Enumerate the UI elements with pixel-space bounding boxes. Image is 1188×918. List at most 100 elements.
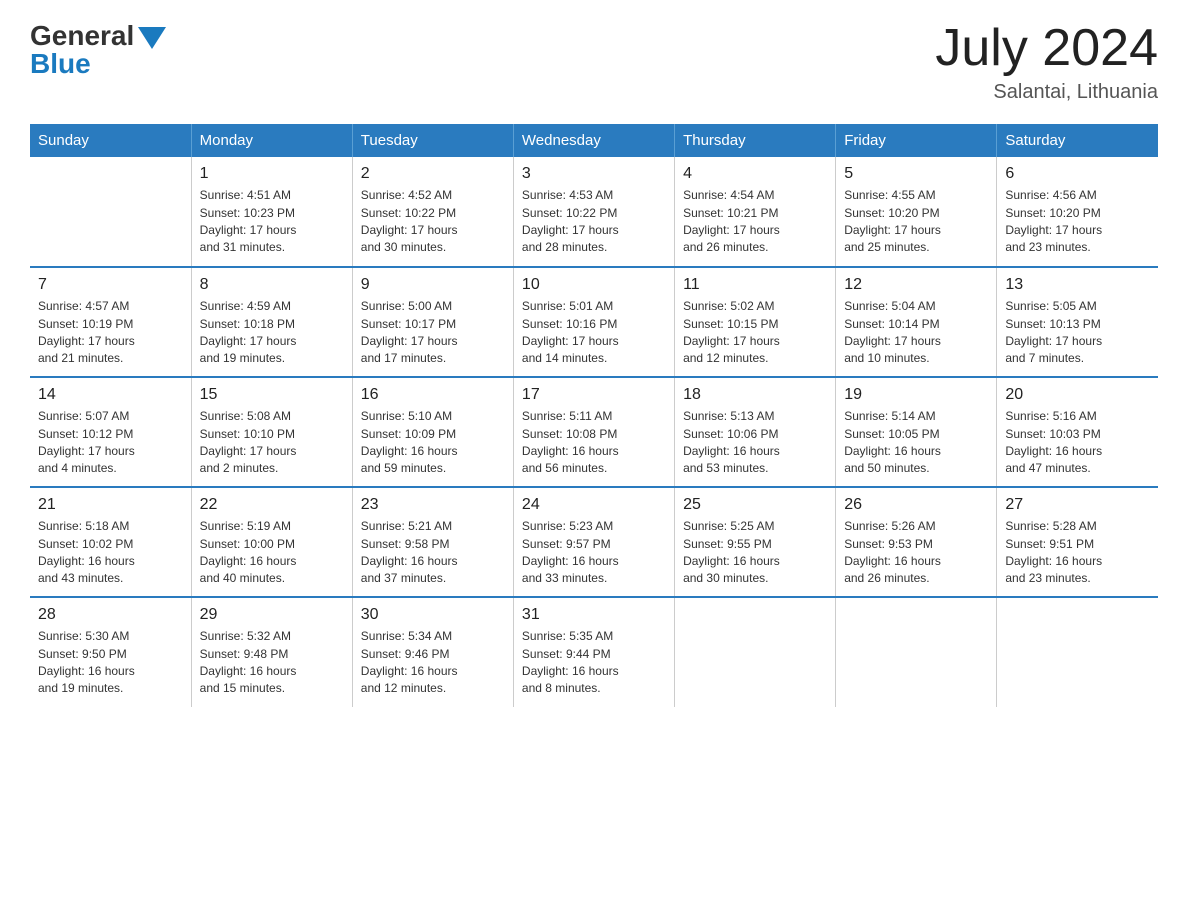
calendar-cell: 2 Sunrise: 4:52 AM Sunset: 10:22 PM Dayli…	[352, 157, 513, 267]
calendar-cell: 30 Sunrise: 5:34 AM Sunset: 9:46 PM Dayli…	[352, 597, 513, 707]
calendar-cell: 31Sunrise: 5:35 AM Sunset: 9:44 PM Dayli…	[513, 597, 674, 707]
day-number: 7	[38, 276, 183, 294]
calendar-cell: 14Sunrise: 5:07 AM Sunset: 10:12 PM Dayl…	[30, 377, 191, 487]
calendar-cell	[675, 597, 836, 707]
day-number: 23	[361, 496, 505, 514]
day-info: Sunrise: 5:34 AM Sunset: 9:46 PM Dayligh…	[361, 628, 505, 698]
calendar-cell: 1Sunrise: 4:51 AM Sunset: 10:23 PM Dayli…	[191, 157, 352, 267]
day-number: 9	[361, 276, 505, 294]
logo-triangle-icon	[138, 27, 166, 49]
calendar-cell: 29 Sunrise: 5:32 AM Sunset: 9:48 PM Dayli…	[191, 597, 352, 707]
page-header: General Blue July 2024 Salantai, Lithuan…	[30, 20, 1158, 104]
weekday-header-row: SundayMondayTuesdayWednesdayThursdayFrid…	[30, 124, 1158, 157]
day-number: 16	[361, 386, 505, 404]
day-info: Sunrise: 4:52 AM Sunset: 10:22 PM Daylig…	[361, 187, 505, 257]
day-info: Sunrise: 5:23 AM Sunset: 9:57 PM Dayligh…	[522, 518, 666, 588]
day-info: Sunrise: 5:26 AM Sunset: 9:53 PM Dayligh…	[844, 518, 988, 588]
day-info: Sunrise: 5:16 AM Sunset: 10:03 PM Daylig…	[1005, 408, 1150, 478]
day-number: 21	[38, 496, 183, 514]
day-number: 17	[522, 386, 666, 404]
calendar-cell: 4 Sunrise: 4:54 AM Sunset: 10:21 PM Dayli…	[675, 157, 836, 267]
calendar-cell: 22 Sunrise: 5:19 AM Sunset: 10:00 PM Dayl…	[191, 487, 352, 597]
day-info: Sunrise: 5:05 AM Sunset: 10:13 PM Daylig…	[1005, 298, 1150, 368]
calendar-cell	[30, 157, 191, 267]
calendar-cell: 23Sunrise: 5:21 AM Sunset: 9:58 PM Dayli…	[352, 487, 513, 597]
weekday-header-saturday: Saturday	[997, 124, 1158, 157]
calendar-cell	[836, 597, 997, 707]
day-info: Sunrise: 4:56 AM Sunset: 10:20 PM Daylig…	[1005, 187, 1150, 257]
calendar-cell: 11Sunrise: 5:02 AM Sunset: 10:15 PM Dayl…	[675, 267, 836, 377]
day-number: 1	[200, 165, 344, 183]
day-number: 8	[200, 276, 344, 294]
calendar-cell: 21 Sunrise: 5:18 AM Sunset: 10:02 PM Dayl…	[30, 487, 191, 597]
day-number: 13	[1005, 276, 1150, 294]
day-number: 26	[844, 496, 988, 514]
day-number: 22	[200, 496, 344, 514]
calendar-cell: 6Sunrise: 4:56 AM Sunset: 10:20 PM Dayli…	[997, 157, 1158, 267]
calendar-week-row: 1Sunrise: 4:51 AM Sunset: 10:23 PM Dayli…	[30, 157, 1158, 267]
day-info: Sunrise: 5:08 AM Sunset: 10:10 PM Daylig…	[200, 408, 344, 478]
calendar-week-row: 28 Sunrise: 5:30 AM Sunset: 9:50 PM Dayli…	[30, 597, 1158, 707]
day-info: Sunrise: 5:13 AM Sunset: 10:06 PM Daylig…	[683, 408, 827, 478]
logo: General Blue	[30, 20, 166, 80]
day-info: Sunrise: 5:11 AM Sunset: 10:08 PM Daylig…	[522, 408, 666, 478]
calendar-cell: 15 Sunrise: 5:08 AM Sunset: 10:10 PM Dayl…	[191, 377, 352, 487]
calendar-cell	[997, 597, 1158, 707]
weekday-header-thursday: Thursday	[675, 124, 836, 157]
day-info: Sunrise: 5:01 AM Sunset: 10:16 PM Daylig…	[522, 298, 666, 368]
location-label: Salantai, Lithuania	[935, 81, 1158, 104]
month-title: July 2024	[935, 20, 1158, 77]
day-number: 20	[1005, 386, 1150, 404]
calendar-cell: 5 Sunrise: 4:55 AM Sunset: 10:20 PM Dayli…	[836, 157, 997, 267]
weekday-header-wednesday: Wednesday	[513, 124, 674, 157]
calendar-cell: 10 Sunrise: 5:01 AM Sunset: 10:16 PM Dayl…	[513, 267, 674, 377]
day-info: Sunrise: 5:00 AM Sunset: 10:17 PM Daylig…	[361, 298, 505, 368]
day-info: Sunrise: 5:28 AM Sunset: 9:51 PM Dayligh…	[1005, 518, 1150, 588]
calendar-cell: 19 Sunrise: 5:14 AM Sunset: 10:05 PM Dayl…	[836, 377, 997, 487]
day-number: 10	[522, 276, 666, 294]
day-info: Sunrise: 4:57 AM Sunset: 10:19 PM Daylig…	[38, 298, 183, 368]
day-number: 31	[522, 606, 666, 624]
calendar-cell: 3Sunrise: 4:53 AM Sunset: 10:22 PM Dayli…	[513, 157, 674, 267]
weekday-header-tuesday: Tuesday	[352, 124, 513, 157]
calendar-cell: 24Sunrise: 5:23 AM Sunset: 9:57 PM Dayli…	[513, 487, 674, 597]
day-info: Sunrise: 5:18 AM Sunset: 10:02 PM Daylig…	[38, 518, 183, 588]
day-info: Sunrise: 5:32 AM Sunset: 9:48 PM Dayligh…	[200, 628, 344, 698]
day-number: 2	[361, 165, 505, 183]
calendar-week-row: 14Sunrise: 5:07 AM Sunset: 10:12 PM Dayl…	[30, 377, 1158, 487]
title-section: July 2024 Salantai, Lithuania	[935, 20, 1158, 104]
calendar-cell: 17 Sunrise: 5:11 AM Sunset: 10:08 PM Dayl…	[513, 377, 674, 487]
day-info: Sunrise: 5:19 AM Sunset: 10:00 PM Daylig…	[200, 518, 344, 588]
day-info: Sunrise: 5:30 AM Sunset: 9:50 PM Dayligh…	[38, 628, 183, 698]
calendar-cell: 7 Sunrise: 4:57 AM Sunset: 10:19 PM Dayli…	[30, 267, 191, 377]
day-number: 19	[844, 386, 988, 404]
day-info: Sunrise: 4:59 AM Sunset: 10:18 PM Daylig…	[200, 298, 344, 368]
calendar-cell: 13 Sunrise: 5:05 AM Sunset: 10:13 PM Dayl…	[997, 267, 1158, 377]
calendar-cell: 25 Sunrise: 5:25 AM Sunset: 9:55 PM Dayli…	[675, 487, 836, 597]
day-number: 30	[361, 606, 505, 624]
calendar-cell: 28 Sunrise: 5:30 AM Sunset: 9:50 PM Dayli…	[30, 597, 191, 707]
calendar-week-row: 7 Sunrise: 4:57 AM Sunset: 10:19 PM Dayli…	[30, 267, 1158, 377]
day-number: 15	[200, 386, 344, 404]
day-info: Sunrise: 5:10 AM Sunset: 10:09 PM Daylig…	[361, 408, 505, 478]
day-number: 29	[200, 606, 344, 624]
day-number: 18	[683, 386, 827, 404]
day-info: Sunrise: 5:25 AM Sunset: 9:55 PM Dayligh…	[683, 518, 827, 588]
day-number: 28	[38, 606, 183, 624]
day-info: Sunrise: 4:54 AM Sunset: 10:21 PM Daylig…	[683, 187, 827, 257]
day-info: Sunrise: 5:04 AM Sunset: 10:14 PM Daylig…	[844, 298, 988, 368]
calendar-cell: 9 Sunrise: 5:00 AM Sunset: 10:17 PM Dayli…	[352, 267, 513, 377]
day-number: 11	[683, 276, 827, 294]
weekday-header-monday: Monday	[191, 124, 352, 157]
day-number: 27	[1005, 496, 1150, 514]
day-number: 25	[683, 496, 827, 514]
day-info: Sunrise: 4:53 AM Sunset: 10:22 PM Daylig…	[522, 187, 666, 257]
calendar-cell: 12Sunrise: 5:04 AM Sunset: 10:14 PM Dayl…	[836, 267, 997, 377]
day-number: 5	[844, 165, 988, 183]
day-number: 4	[683, 165, 827, 183]
logo-blue-text: Blue	[30, 48, 91, 80]
calendar-cell: 16 Sunrise: 5:10 AM Sunset: 10:09 PM Dayl…	[352, 377, 513, 487]
calendar-cell: 20 Sunrise: 5:16 AM Sunset: 10:03 PM Dayl…	[997, 377, 1158, 487]
day-info: Sunrise: 5:14 AM Sunset: 10:05 PM Daylig…	[844, 408, 988, 478]
day-info: Sunrise: 4:55 AM Sunset: 10:20 PM Daylig…	[844, 187, 988, 257]
